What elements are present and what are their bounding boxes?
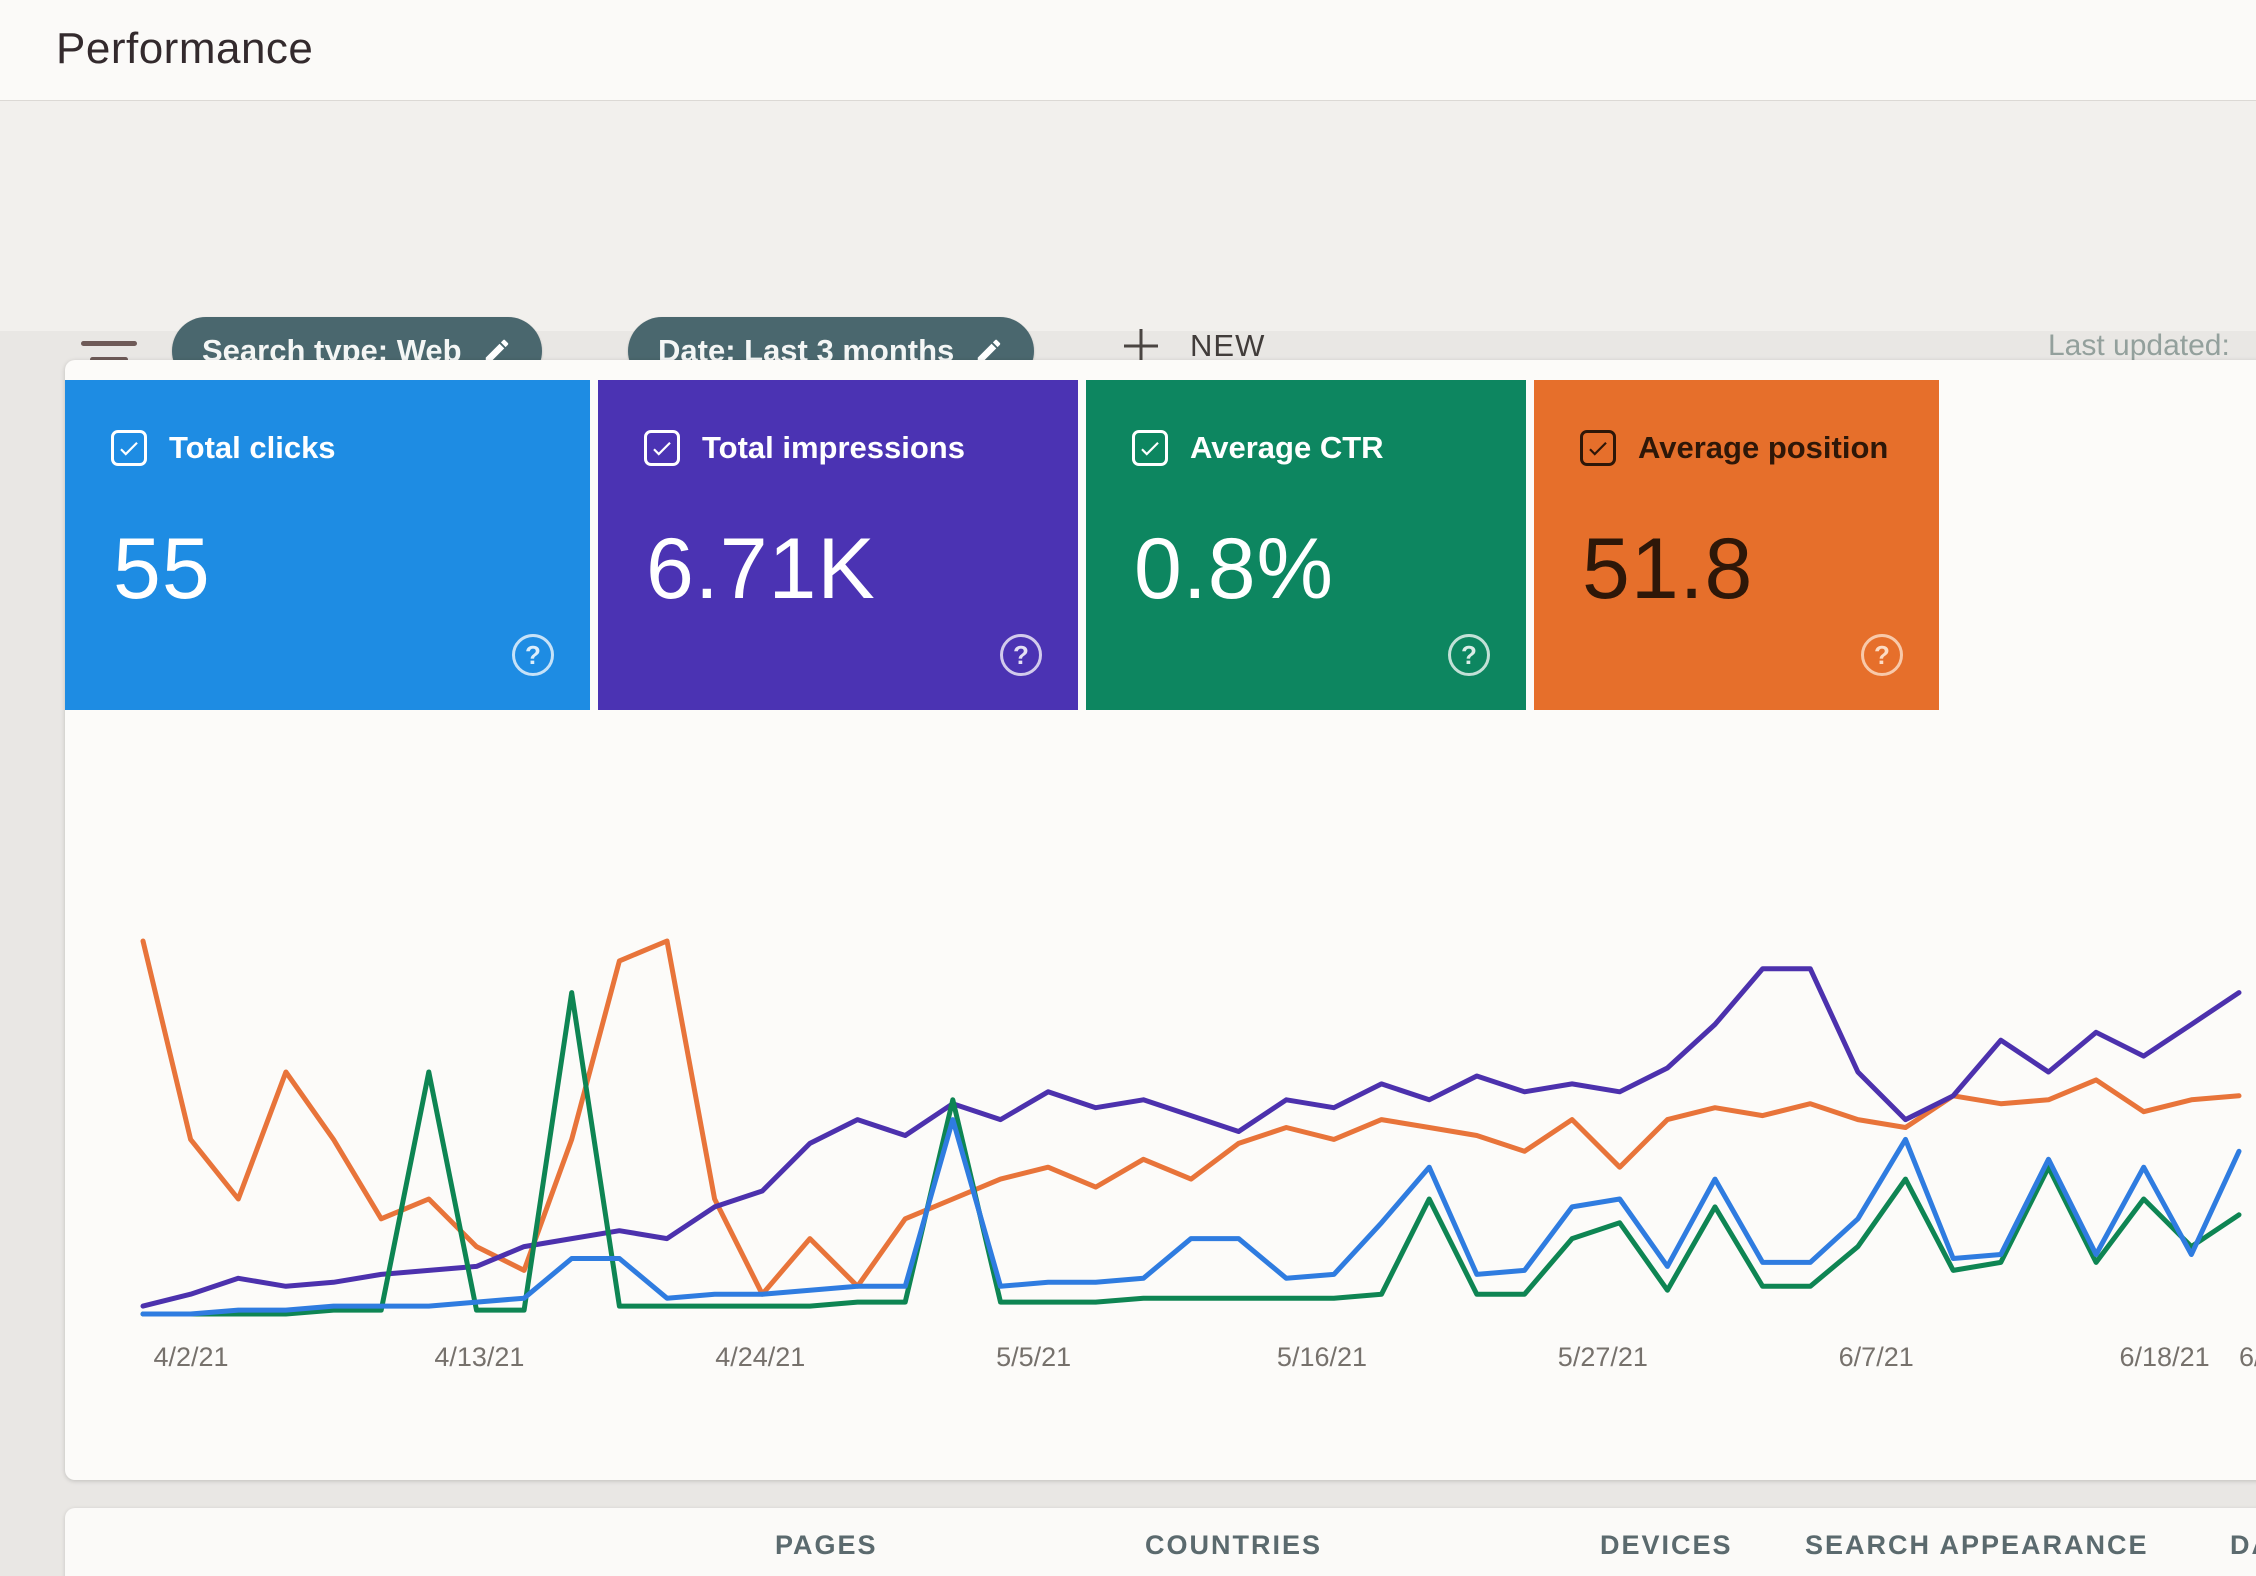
metric-tile-total-impressions[interactable]: Total impressions 6.71K ? <box>598 380 1078 710</box>
x-tick-label: 5/27/21 <box>1558 1342 1648 1373</box>
x-tick-label: 6/29/21 <box>2239 1342 2256 1373</box>
last-updated-text: Last updated: <box>2048 329 2230 363</box>
tab-devices[interactable]: DEVICES <box>1600 1530 1733 1561</box>
chart-canvas <box>135 690 2256 1330</box>
metric-label: Total clicks <box>169 430 336 466</box>
x-tick-label: 6/7/21 <box>1839 1342 1914 1373</box>
checkbox-checked-icon[interactable] <box>1132 430 1168 466</box>
metric-tile-total-clicks[interactable]: Total clicks 55 ? <box>65 380 590 710</box>
tab-pages[interactable]: PAGES <box>775 1530 878 1561</box>
checkbox-checked-icon[interactable] <box>644 430 680 466</box>
new-filter-button-label: NEW <box>1190 328 1265 364</box>
metric-tile-average-position[interactable]: Average position 51.8 ? <box>1534 380 1939 710</box>
tab-countries[interactable]: COUNTRIES <box>1145 1530 1322 1561</box>
app-header: Performance <box>0 0 2256 101</box>
dimensions-card: PAGES COUNTRIES DEVICES SEARCH APPEARANC… <box>65 1508 2256 1576</box>
help-icon[interactable]: ? <box>1000 634 1042 676</box>
checkbox-checked-icon[interactable] <box>111 430 147 466</box>
help-icon[interactable]: ? <box>512 634 554 676</box>
performance-card: Total clicks 55 ? Total impressions 6.71… <box>65 360 2256 1480</box>
metric-tiles-row: Total clicks 55 ? Total impressions 6.71… <box>65 380 1939 710</box>
metric-value: 51.8 <box>1582 520 1753 619</box>
help-icon[interactable]: ? <box>1861 634 1903 676</box>
metric-label: Total impressions <box>702 430 965 466</box>
page-title: Performance <box>56 24 313 74</box>
tab-search-appearance[interactable]: SEARCH APPEARANCE <box>1805 1530 2149 1561</box>
metric-value: 6.71K <box>646 520 876 619</box>
x-tick-label: 4/2/21 <box>153 1342 228 1373</box>
search-console-performance-screen: Performance Search type: Web Date: Last … <box>0 0 2256 1576</box>
checkbox-checked-icon[interactable] <box>1580 430 1616 466</box>
metric-label: Average CTR <box>1190 430 1384 466</box>
metric-value: 55 <box>113 520 211 619</box>
metric-value: 0.8% <box>1134 520 1334 619</box>
metric-tile-average-ctr[interactable]: Average CTR 0.8% ? <box>1086 380 1526 710</box>
x-tick-label: 6/18/21 <box>2120 1342 2210 1373</box>
help-icon[interactable]: ? <box>1448 634 1490 676</box>
x-tick-label: 4/13/21 <box>434 1342 524 1373</box>
x-tick-label: 5/16/21 <box>1277 1342 1367 1373</box>
x-tick-label: 4/24/21 <box>715 1342 805 1373</box>
series-line-impressions <box>143 969 2239 1306</box>
metric-label: Average position <box>1638 430 1888 466</box>
filter-bar: Search type: Web Date: Last 3 months NEW… <box>0 101 2256 331</box>
performance-line-chart: 4/2/21 4/13/21 4/24/21 5/5/21 5/16/21 5/27/21… <box>135 690 2256 1390</box>
tab-dates[interactable]: DATES <box>2230 1530 2256 1561</box>
x-tick-label: 5/5/21 <box>996 1342 1071 1373</box>
x-axis-tick-labels: 4/2/21 4/13/21 4/24/21 5/5/21 5/16/21 5/27/21… <box>135 1342 2256 1382</box>
